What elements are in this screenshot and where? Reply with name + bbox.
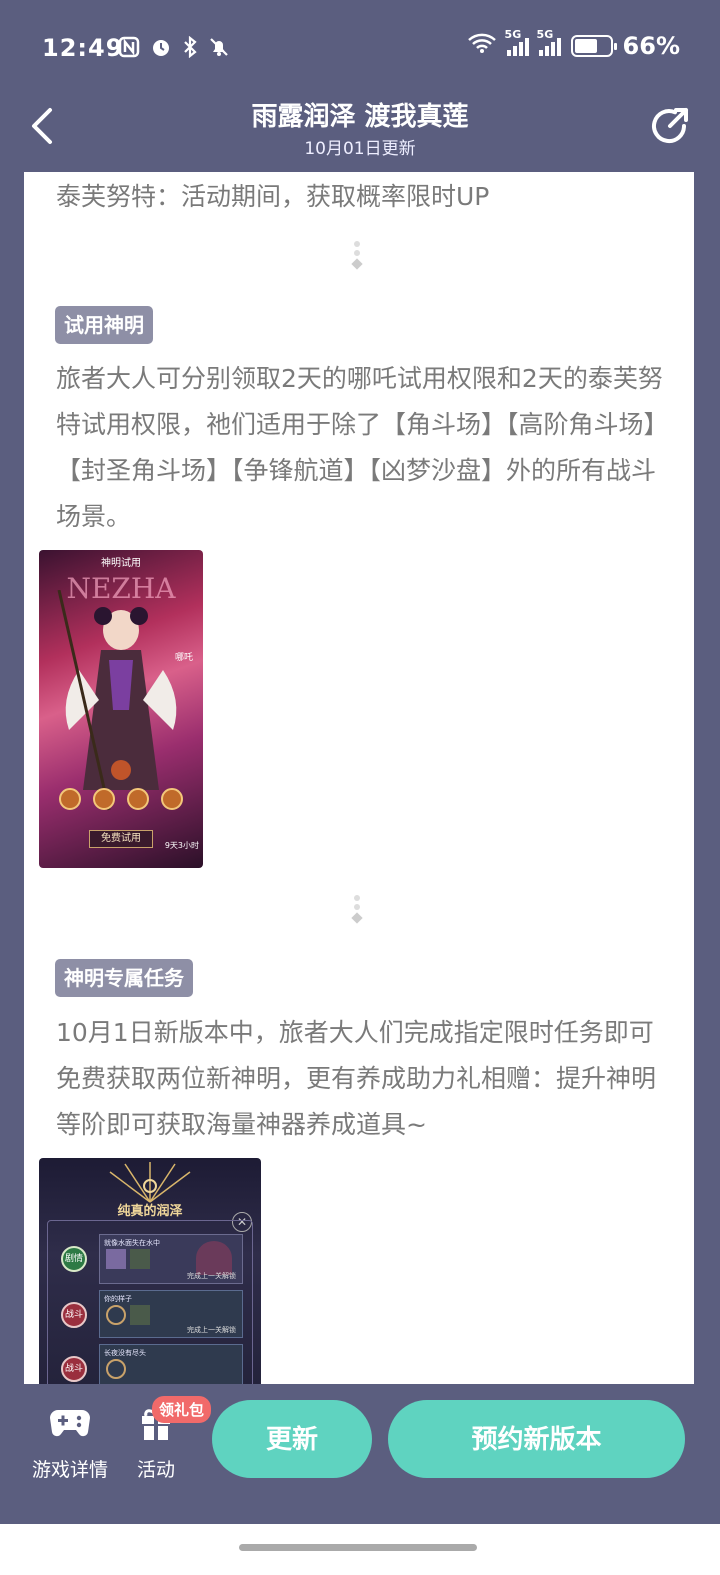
task-item-icon (106, 1305, 126, 1325)
section-label-tasks: 神明专属任务 (55, 959, 193, 997)
update-button[interactable]: 更新 (212, 1400, 372, 1478)
page-subtitle: 10月01日更新 (304, 139, 416, 159)
trial-time: 9天3小时 (164, 841, 199, 850)
intro-line: 泰芙努特：活动期间，获取概率限时UP (56, 182, 490, 211)
section-label-trial: 试用神明 (55, 306, 153, 344)
mute-icon (208, 36, 230, 63)
share-icon (652, 108, 688, 144)
network-tag-1: 5G (504, 28, 522, 41)
task-badge-3: 战斗 (61, 1356, 87, 1382)
tasks-image[interactable]: 纯真的润泽 ✕ 剧情 就像水面失在水中 完成上一关解锁 战斗 你的样子 完成上一… (39, 1158, 261, 1384)
game-details-tab[interactable]: 游戏详情 (25, 1402, 115, 1482)
bottom-action-bar: 游戏详情 活动 领礼包 更新 预约新版本 (0, 1384, 720, 1524)
reserve-new-version-button[interactable]: 预约新版本 (388, 1400, 685, 1478)
task-badge-1: 剧情 (61, 1246, 87, 1272)
task-item-icon (106, 1249, 126, 1269)
task-item-icon (130, 1249, 150, 1269)
tasks-image-title: 纯真的润泽 (117, 1204, 183, 1219)
signal-icon-1: 5G (505, 28, 529, 56)
wifi-icon (467, 32, 497, 60)
status-time: 12:49 (42, 34, 124, 62)
task-item-icon (130, 1305, 150, 1325)
task-badge-2: 战斗 (61, 1302, 87, 1328)
task-row-2: 你的样子 完成上一关解锁 (99, 1290, 243, 1338)
gamepad-icon (50, 1410, 90, 1437)
title-bar: 雨露润泽 渡我真莲 10月01日更新 (0, 92, 720, 172)
gift-badge: 领礼包 (152, 1396, 212, 1423)
task-row-title: 就像水面失在水中 (104, 1239, 160, 1247)
trial-image-banner: 神明试用 (101, 558, 141, 569)
task-item-icon (106, 1359, 126, 1379)
task-row-status: 完成上一关解锁 (187, 1326, 236, 1334)
game-details-label: 游戏详情 (31, 1459, 108, 1481)
deity-figure-illustration (57, 590, 177, 811)
trial-image[interactable]: 神明试用 NEZHA 哪吒 免费试用 9天3小时 (39, 550, 203, 868)
divider-dots (351, 238, 363, 278)
trial-image-char: 哪吒 (174, 653, 193, 663)
task-row-3: 长夜没有尽头 (99, 1344, 243, 1384)
status-bar: 12:49 5G 5G 66% (0, 0, 720, 92)
status-right: 5G 5G 66% (467, 28, 680, 60)
article-content[interactable]: 泰芙努特：活动期间，获取概率限时UP 试用神明 旅者大人可分别领取2天的哪吒试用… (24, 172, 694, 1384)
task-row-title: 你的样子 (104, 1295, 132, 1303)
activity-label: 活动 (136, 1459, 175, 1481)
page-title: 雨露润泽 渡我真莲 (251, 102, 469, 132)
status-icons (118, 35, 230, 63)
battery-icon (570, 35, 617, 57)
task-row-title: 长夜没有尽头 (104, 1349, 146, 1357)
section-text-tasks: 10月1日新版本中，旅者大人们完成指定限时任务即可免费获取两位新神明，更有养成助… (56, 1018, 657, 1139)
free-trial-button: 免费试用 (89, 830, 153, 848)
task-row-1: 就像水面失在水中 完成上一关解锁 (99, 1234, 243, 1284)
home-indicator[interactable] (239, 1544, 477, 1551)
section-text-trial: 旅者大人可分别领取2天的哪吒试用权限和2天的泰芙努特试用权限，祂们适用于除了【角… (56, 364, 669, 531)
alarm-icon (150, 36, 172, 63)
network-tag-2: 5G (536, 28, 554, 41)
task-character-art (196, 1241, 232, 1275)
bluetooth-icon (182, 35, 198, 63)
battery-percent: 66% (622, 32, 680, 60)
nfc-icon (118, 36, 140, 63)
signal-icon-2: 5G (537, 28, 561, 56)
system-nav-area (0, 1524, 720, 1575)
share-button[interactable] (648, 104, 692, 148)
task-row-status: 完成上一关解锁 (187, 1272, 236, 1280)
divider-dots-2 (351, 892, 363, 932)
skill-icons (59, 788, 183, 810)
